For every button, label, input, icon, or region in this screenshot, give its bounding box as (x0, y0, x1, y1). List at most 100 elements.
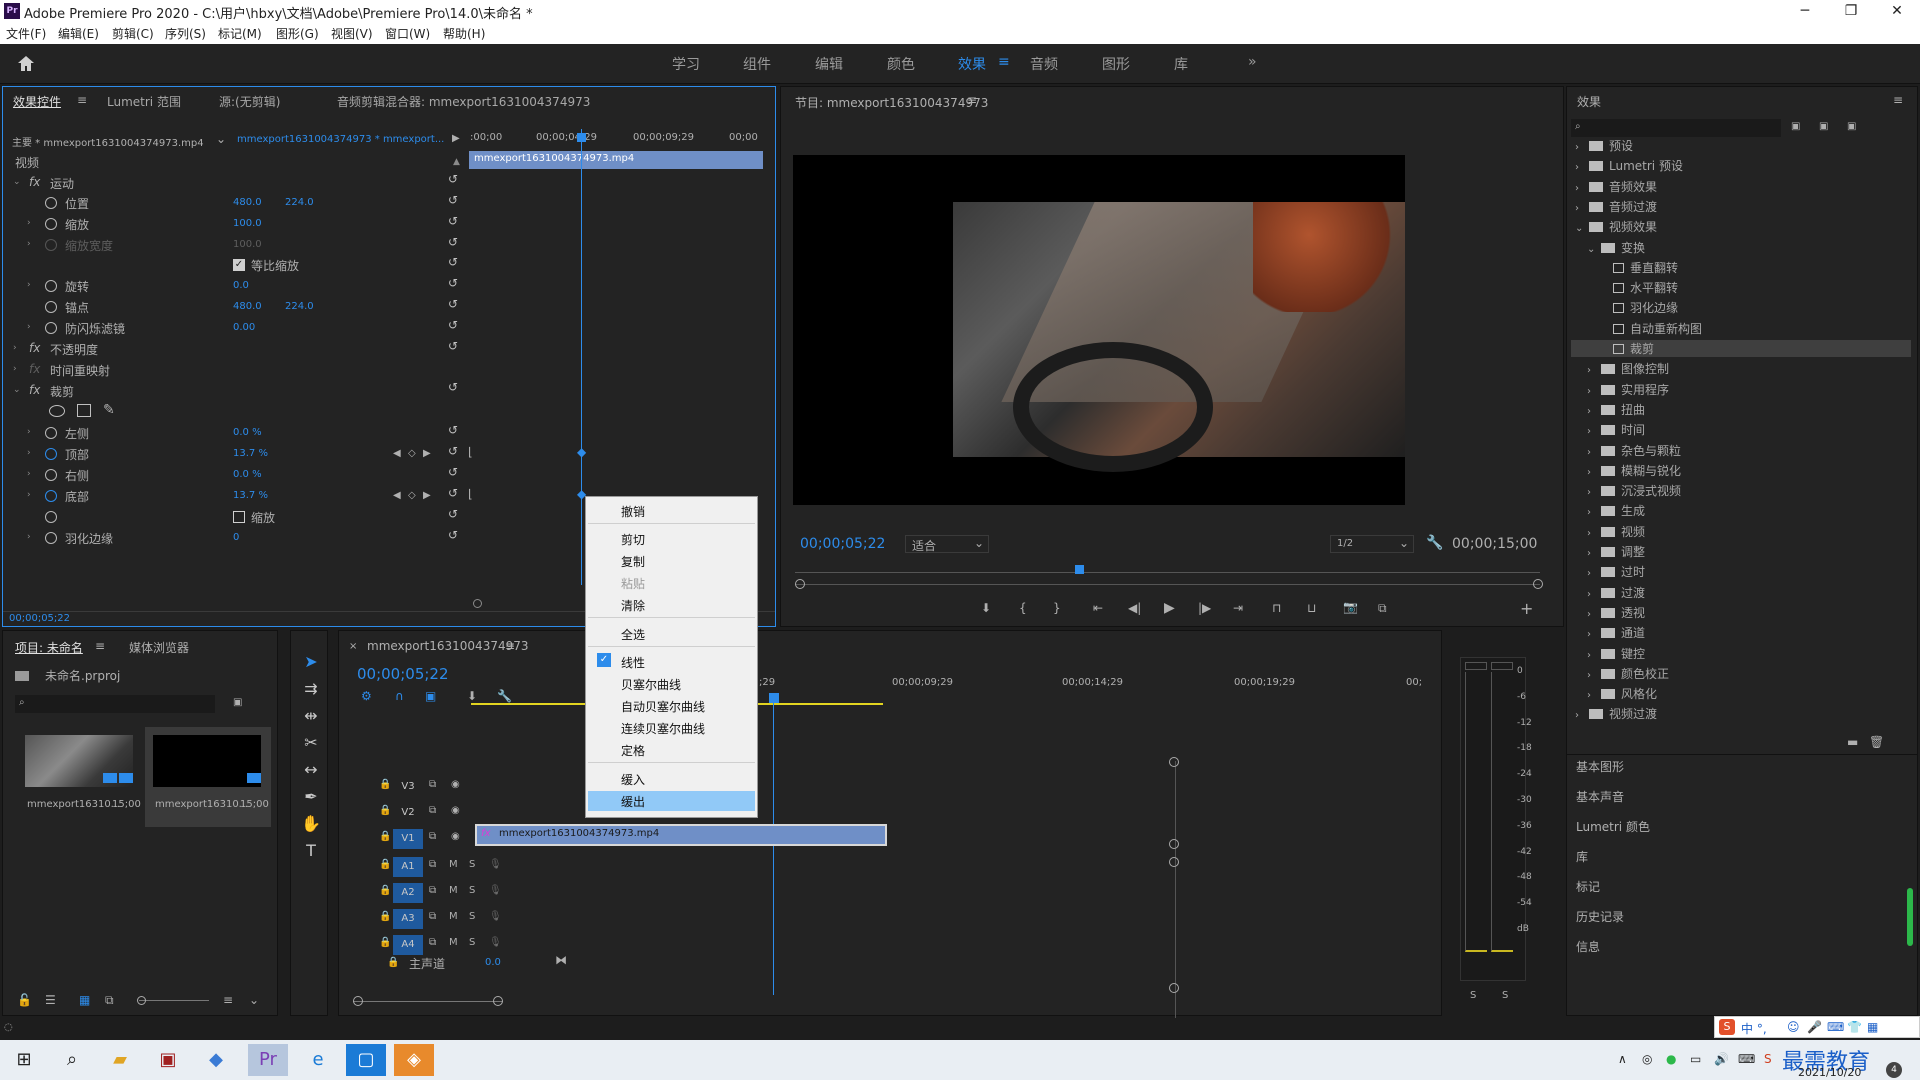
bottom-keyframe-start-icon[interactable]: ⌊ (468, 487, 473, 501)
sort-chevron-down-icon[interactable]: ⌄ (249, 993, 259, 1007)
ellipse-mask-icon[interactable] (49, 405, 65, 417)
close-button[interactable]: ✕ (1874, 0, 1920, 22)
chevron-right-icon[interactable]: › (1587, 426, 1601, 437)
chevron-right-icon[interactable]: › (1587, 467, 1601, 478)
tray-chevron-up-icon[interactable]: ∧ (1618, 1052, 1627, 1066)
effects-tree-item[interactable]: › 过时 (1587, 563, 1645, 580)
reset-bottom-icon[interactable]: ↺ (448, 486, 458, 500)
chevron-right-icon[interactable]: › (1587, 447, 1601, 458)
flicker-value[interactable]: 0.00 (233, 322, 255, 333)
chevron-right-icon[interactable]: › (1587, 609, 1601, 620)
effects-tree-item[interactable]: › 风格化 (1587, 685, 1657, 702)
selection-tool-icon[interactable]: ➤ (300, 651, 322, 673)
timeline-playhead-handle[interactable] (769, 693, 779, 703)
chevron-right-icon[interactable]: › (1575, 162, 1589, 173)
effects-tree-item[interactable]: › 沉浸式视频 (1587, 482, 1681, 499)
project-menu-icon[interactable]: ≡ (95, 639, 105, 653)
timeline-menu-icon[interactable]: ≡ (505, 639, 515, 653)
reset-uniform-icon[interactable]: ↺ (448, 255, 458, 269)
accelerated-effects-icon[interactable]: ▣ (1791, 121, 1800, 132)
left-stopwatch-icon[interactable] (45, 427, 57, 439)
rotation-stopwatch-icon[interactable] (45, 280, 57, 292)
chevron-right-icon[interactable]: › (1587, 507, 1601, 518)
effects-tree-item[interactable]: › 透视 (1587, 604, 1645, 621)
notification-badge[interactable]: 4 (1886, 1062, 1902, 1078)
effects-search-input[interactable] (1571, 119, 1781, 137)
track-select-tool-icon[interactable]: ⇉ (300, 678, 322, 700)
project-clip-2[interactable]: mmexport16310... 15;00 (145, 727, 271, 827)
top-value[interactable]: 13.7 % (233, 448, 268, 459)
position-x-value[interactable]: 480.0 (233, 197, 262, 208)
freeform-view-icon[interactable]: ⧉ (105, 993, 114, 1008)
track-lock-icon[interactable]: 🔒 (379, 937, 391, 948)
tab-media-browser[interactable]: 媒体浏览器 (129, 639, 189, 656)
menu-view[interactable]: 视图(V) (331, 25, 373, 42)
left-expand-icon[interactable]: › (27, 427, 31, 437)
app-taskbar-icon-4[interactable]: ◈ (394, 1044, 434, 1076)
time-remap-label[interactable]: 时间重映射 (50, 362, 110, 379)
reset-flicker-icon[interactable]: ↺ (448, 318, 458, 332)
ec-playhead[interactable] (581, 129, 582, 585)
chevron-right-icon[interactable]: › (1587, 670, 1601, 681)
workspace-color[interactable]: 颜色 (887, 54, 915, 74)
effects-tree-item[interactable]: › 实用程序 (1587, 381, 1669, 398)
track-lock-icon[interactable]: 🔒 (379, 911, 391, 922)
right-expand-icon[interactable]: › (27, 469, 31, 479)
fit-dropdown[interactable]: 适合 ⌄ (905, 535, 989, 553)
menu-continuous-bezier[interactable]: 连续贝塞尔曲线 (621, 720, 705, 737)
tab-project[interactable]: 项目: 未命名 (15, 639, 83, 656)
master-go-end-icon[interactable]: ⧓ (555, 953, 567, 967)
rotation-value[interactable]: 0.0 (233, 280, 249, 291)
chevron-down-icon[interactable]: ⌄ (216, 132, 226, 146)
hand-tool-icon[interactable]: ✋ (300, 813, 322, 835)
wrench-icon[interactable]: 🔧 (1426, 535, 1443, 551)
anchor-x-value[interactable]: 480.0 (233, 301, 262, 312)
ec-clip-bar[interactable]: mmexport1631004374973.mp4 (469, 151, 763, 169)
tray-app-icon[interactable]: ● (1666, 1052, 1676, 1066)
rotation-expand-icon[interactable]: › (27, 280, 31, 290)
program-video[interactable] (793, 155, 1405, 505)
app-taskbar-icon-3[interactable]: ▢ (346, 1044, 386, 1076)
project-search-input[interactable] (15, 695, 215, 713)
tab-source[interactable]: 源:(无剪辑) (219, 93, 280, 110)
effects-tree-item[interactable]: › 视频 (1587, 523, 1645, 540)
meter-solo-right[interactable]: S (1502, 990, 1508, 1001)
chevron-right-icon[interactable]: › (1575, 142, 1589, 153)
track-sync-icon[interactable]: ⧉ (429, 937, 436, 948)
scale-value[interactable]: 100.0 (233, 218, 262, 229)
section-libraries[interactable]: 库 (1576, 848, 1588, 865)
menu-file[interactable]: 文件(F) (6, 25, 46, 42)
workspace-menu-icon[interactable]: ≡ (998, 54, 1010, 70)
track-target-label[interactable]: A3 (393, 909, 423, 929)
effects-tree-item[interactable]: 羽化边缘 (1599, 299, 1678, 316)
bottom-expand-icon[interactable]: › (27, 490, 31, 500)
pen-tool-icon[interactable]: ✒ (300, 786, 322, 808)
workspace-learn[interactable]: 学习 (672, 54, 700, 74)
ec-zoom-handle[interactable] (473, 599, 482, 608)
tray-display-icon[interactable]: ▭ (1690, 1052, 1701, 1066)
track-sync-icon[interactable]: ⧉ (429, 911, 436, 922)
v-scroll-handle-bottom[interactable] (1169, 983, 1179, 993)
effects-tree-item[interactable]: 裁剪 (1571, 340, 1911, 357)
position-y-value[interactable]: 224.0 (285, 197, 314, 208)
effects-tree-item[interactable]: 垂直翻转 (1599, 259, 1678, 276)
chevron-right-icon[interactable]: › (1587, 406, 1601, 417)
program-playhead[interactable] (1075, 565, 1084, 574)
ime-mic-icon[interactable]: 🎤 (1807, 1020, 1822, 1034)
mute-button[interactable]: M (449, 911, 458, 922)
track-target-label[interactable]: V1 (393, 829, 423, 849)
mute-button[interactable]: M (449, 937, 458, 948)
razor-tool-icon[interactable]: ✂ (300, 732, 322, 754)
sort-icon[interactable]: ≡ (223, 993, 233, 1007)
snap-icon[interactable]: ∩ (395, 689, 404, 703)
chevron-down-icon[interactable]: ⌄ (1587, 244, 1601, 255)
bottom-next-keyframe-icon[interactable]: ▶ (423, 490, 431, 501)
app-taskbar-icon-1[interactable]: ▣ (148, 1044, 188, 1076)
track-target-label[interactable]: A2 (393, 883, 423, 903)
yuv-effects-icon[interactable]: ▣ (1847, 121, 1856, 132)
menu-bezier[interactable]: 贝塞尔曲线 (621, 676, 681, 693)
anchor-y-value[interactable]: 224.0 (285, 301, 314, 312)
tab-audio-mixer[interactable]: 音频剪辑混合器: mmexport1631004374973 (337, 93, 590, 110)
bottom-value[interactable]: 13.7 % (233, 490, 268, 501)
ime-grid-icon[interactable]: ▦ (1867, 1020, 1878, 1034)
